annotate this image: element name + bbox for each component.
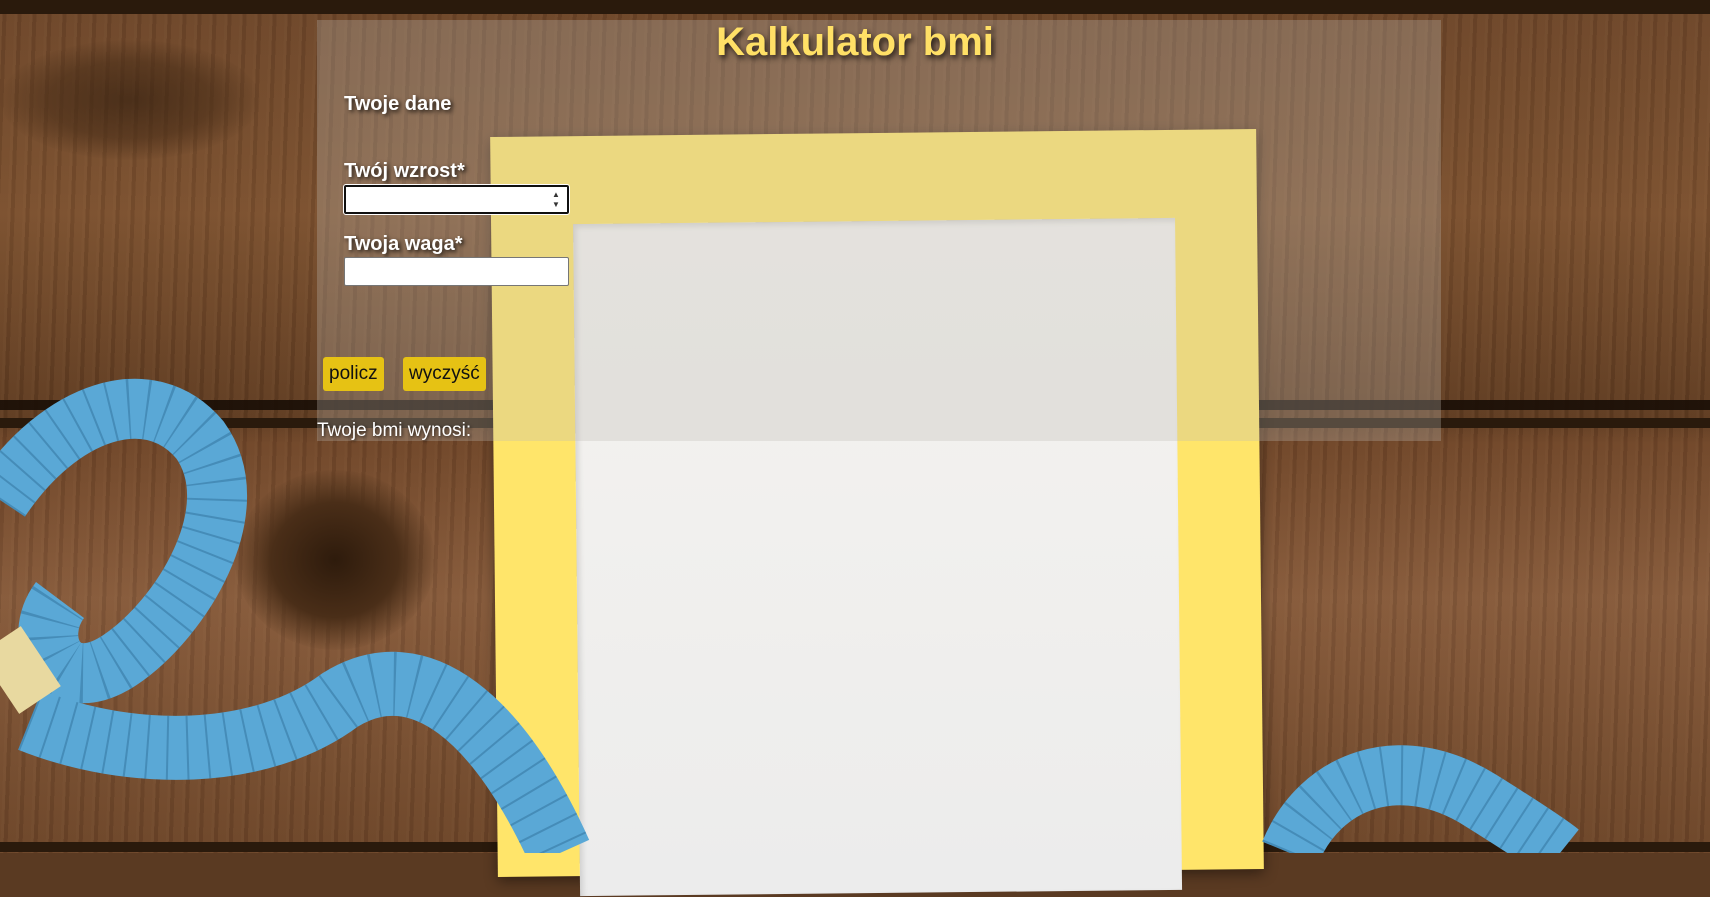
weight-input[interactable] — [344, 257, 569, 286]
height-input[interactable]: ▲ ▼ — [343, 184, 570, 215]
weight-label: Twoja waga* — [344, 233, 463, 255]
bmi-result-label: Twoje bmi wynosi: — [317, 420, 472, 441]
clear-button[interactable]: wyczyść — [403, 357, 486, 391]
triangle-down-icon[interactable]: ▼ — [552, 200, 560, 209]
calculate-button[interactable]: policz — [323, 357, 384, 391]
section-title: Twoje dane — [344, 93, 452, 115]
height-stepper[interactable]: ▲ ▼ — [549, 190, 563, 209]
triangle-up-icon[interactable]: ▲ — [552, 190, 560, 199]
height-label: Twój wzrost* — [344, 160, 465, 182]
page-title: Kalkulator bmi — [716, 20, 994, 64]
